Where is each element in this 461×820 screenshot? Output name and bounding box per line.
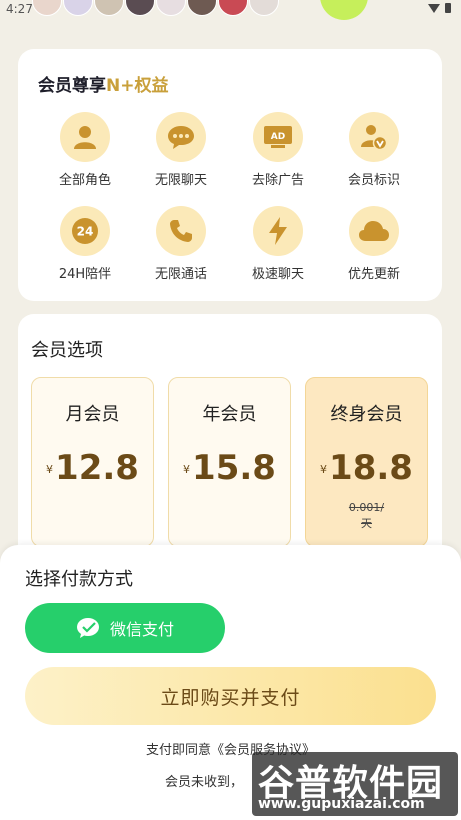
person-icon — [74, 126, 96, 149]
battery-icon — [445, 3, 451, 13]
benefit-remove-ads[interactable]: AD 去除广告 — [230, 112, 326, 188]
plan-price: ¥18.8 — [320, 448, 413, 488]
support-text: 会员未收到， — [165, 775, 244, 790]
benefit-fast-chat[interactable]: 极速聊天 — [230, 206, 326, 282]
svg-text:AD: AD — [271, 132, 285, 142]
status-time: 4:27 — [6, 2, 33, 16]
svg-text:24: 24 — [77, 225, 94, 239]
benefit-label: 优先更新 — [347, 267, 400, 282]
plan-lifetime[interactable]: 终身会员 ¥18.8 0.001/ 天 — [305, 377, 428, 547]
plan-yearly[interactable]: 年会员 ¥15.8 — [168, 377, 291, 547]
avatar[interactable] — [187, 0, 217, 16]
avatar[interactable] — [218, 0, 248, 16]
benefit-vip-badge[interactable]: 会员标识 — [326, 112, 422, 188]
benefit-label: 极速聊天 — [251, 267, 304, 282]
avatar[interactable] — [32, 0, 62, 16]
plans-title: 会员选项 — [31, 340, 103, 361]
wechat-pay-label: 微信支付 — [109, 620, 174, 639]
benefit-label: 无限通话 — [154, 267, 207, 282]
payment-title: 选择付款方式 — [25, 569, 133, 590]
benefit-label: 无限聊天 — [154, 173, 207, 188]
avatar[interactable] — [249, 0, 279, 16]
benefit-unlimited-call[interactable]: 无限通话 — [133, 206, 229, 282]
avatar-strip — [32, 0, 280, 16]
plan-daily-price: 0.001/ 天 — [348, 501, 385, 530]
plan-price: ¥12.8 — [46, 448, 139, 488]
wifi-icon — [428, 3, 440, 13]
wechat-icon — [76, 618, 99, 638]
vip-badge-icon — [361, 125, 388, 151]
plan-name: 年会员 — [202, 404, 257, 425]
watermark: 谷普软件园 www.gupuxiazai.com — [252, 752, 458, 816]
status-bar: 4:27 — [0, 0, 461, 20]
benefit-24h[interactable]: 24 24H陪伴 — [37, 206, 133, 282]
avatar[interactable] — [63, 0, 93, 16]
benefit-label: 全部角色 — [58, 173, 111, 188]
lightning-icon — [269, 217, 287, 245]
wechat-pay-button[interactable]: 微信支付 — [25, 603, 225, 653]
plan-monthly[interactable]: 月会员 ¥12.8 — [31, 377, 154, 547]
plan-price: ¥15.8 — [183, 448, 276, 488]
avatar[interactable] — [125, 0, 155, 16]
benefits-title: 会员尊享N+权益 — [38, 76, 169, 96]
benefit-priority-update[interactable]: 优先更新 — [326, 206, 422, 282]
benefits-card: 会员尊享N+权益 全部角色 无限聊天 AD 去除广告 会员标识 24 24H陪伴… — [18, 49, 442, 301]
cloud-icon — [359, 221, 389, 241]
plan-name: 终身会员 — [330, 404, 403, 425]
benefit-label: 会员标识 — [347, 173, 400, 188]
ad-icon: AD — [264, 126, 292, 148]
phone-icon — [170, 220, 192, 242]
watermark-url: www.gupuxiazai.com — [258, 796, 425, 812]
24h-icon: 24 — [72, 218, 98, 244]
avatar[interactable] — [156, 0, 186, 16]
benefit-unlimited-chat[interactable]: 无限聊天 — [133, 112, 229, 188]
benefit-all-roles[interactable]: 全部角色 — [37, 112, 133, 188]
benefit-label: 去除广告 — [251, 173, 304, 188]
plan-name: 月会员 — [65, 404, 120, 425]
avatar[interactable] — [94, 0, 124, 16]
avatar[interactable] — [320, 0, 368, 20]
chat-bubble-icon — [168, 126, 194, 149]
benefit-label: 24H陪伴 — [58, 267, 112, 282]
buy-and-pay-button[interactable]: 立即购买并支付 — [25, 667, 436, 725]
